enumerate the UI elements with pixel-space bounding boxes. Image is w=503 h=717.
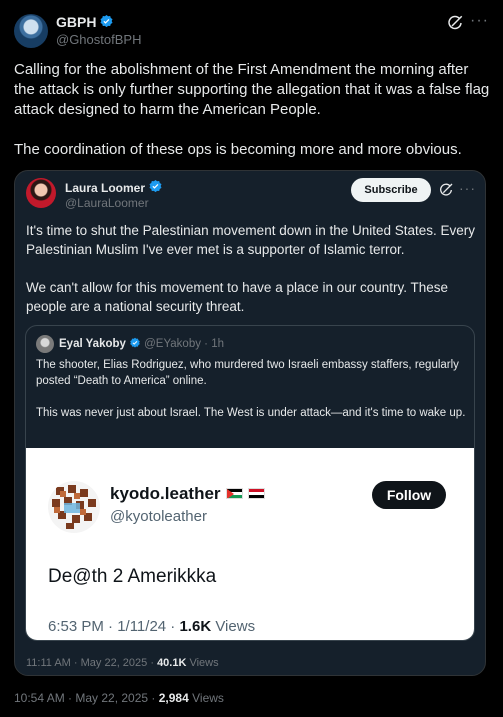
nested-post-age: · 1h — [200, 338, 224, 350]
subscribe-button[interactable]: Subscribe — [351, 178, 431, 202]
screenshot-post-text: De@th 2 Amerikkka — [48, 566, 217, 587]
screenshot-name: kyodo.leather — [110, 484, 221, 503]
embedded-screenshot-image: kyodo.leather @kyotoleather Follow De@th… — [26, 448, 474, 640]
quoted-post-meta: 11:11 AM · May 22, 2025 · 40.1K Views — [26, 657, 219, 669]
screenshot-post-meta: 6:53 PM · 1/11/24 · 1.6K Views — [48, 618, 255, 635]
nested-author-handle[interactable]: @EYakoby — [144, 338, 201, 350]
screenshot-post-time: 6:53 PM · 1/11/24 · — [48, 618, 180, 635]
screenshot-avatar — [48, 481, 100, 533]
nested-author-name[interactable]: Eyal Yakoby — [59, 338, 126, 350]
post-views-count: 2,984 — [158, 691, 189, 705]
post-views-label: Views — [188, 691, 224, 705]
palestine-flag-icon — [225, 488, 243, 499]
quoted-post-time[interactable]: 11:11 AM · May 22, 2025 · — [26, 657, 157, 669]
quoted-views-count: 40.1K — [157, 657, 187, 669]
screenshot-views-label: Views — [211, 618, 256, 635]
grok-icon[interactable] — [446, 14, 464, 32]
author-name-line[interactable]: GBPH — [56, 14, 114, 30]
quoted-post-card[interactable]: Laura Loomer @LauraLoomer Subscribe ··· … — [14, 170, 486, 676]
author-name[interactable]: GBPH — [56, 14, 96, 30]
screenshot-follow-button: Follow — [372, 481, 446, 509]
verified-badge-icon — [99, 14, 114, 29]
quoted-post-text: It's time to shut the Palestinian moveme… — [26, 223, 476, 314]
quoted-author-avatar[interactable] — [26, 178, 56, 208]
nested-author-line[interactable]: Eyal Yakoby @EYakoby · 1h — [59, 337, 224, 350]
screenshot-views-count: 1.6K — [179, 618, 212, 635]
nested-quoted-post[interactable]: Eyal Yakoby @EYakoby · 1h The shooter, E… — [25, 325, 475, 641]
nested-author-avatar[interactable] — [36, 335, 54, 353]
quoted-author-name[interactable]: Laura Loomer — [65, 181, 145, 195]
more-options-icon[interactable]: ··· — [459, 180, 476, 196]
quoted-views-label: Views — [186, 657, 219, 669]
yemen-flag-icon — [247, 488, 265, 499]
post-time[interactable]: 10:54 AM · May 22, 2025 · — [14, 691, 159, 705]
verified-badge-icon — [148, 179, 163, 194]
more-options-icon[interactable]: ··· — [470, 12, 489, 30]
quoted-author-handle[interactable]: @LauraLoomer — [65, 196, 149, 210]
quoted-author-name-line[interactable]: Laura Loomer — [65, 179, 163, 195]
nested-post-text: The shooter, Elias Rodriguez, who murder… — [36, 359, 466, 419]
author-avatar[interactable] — [14, 14, 48, 48]
screenshot-handle: @kyotoleather — [110, 508, 207, 525]
post-meta: 10:54 AM · May 22, 2025 · 2,984 Views — [14, 691, 224, 705]
verified-badge-icon — [129, 337, 141, 349]
grok-icon[interactable] — [438, 182, 454, 198]
post-text: Calling for the abolishment of the First… — [14, 61, 490, 158]
screenshot-name-line: kyodo.leather — [110, 484, 265, 504]
main-post: GBPH @GhostofBPH ··· Calling for the abo… — [0, 0, 503, 717]
author-handle[interactable]: @GhostofBPH — [56, 32, 141, 47]
